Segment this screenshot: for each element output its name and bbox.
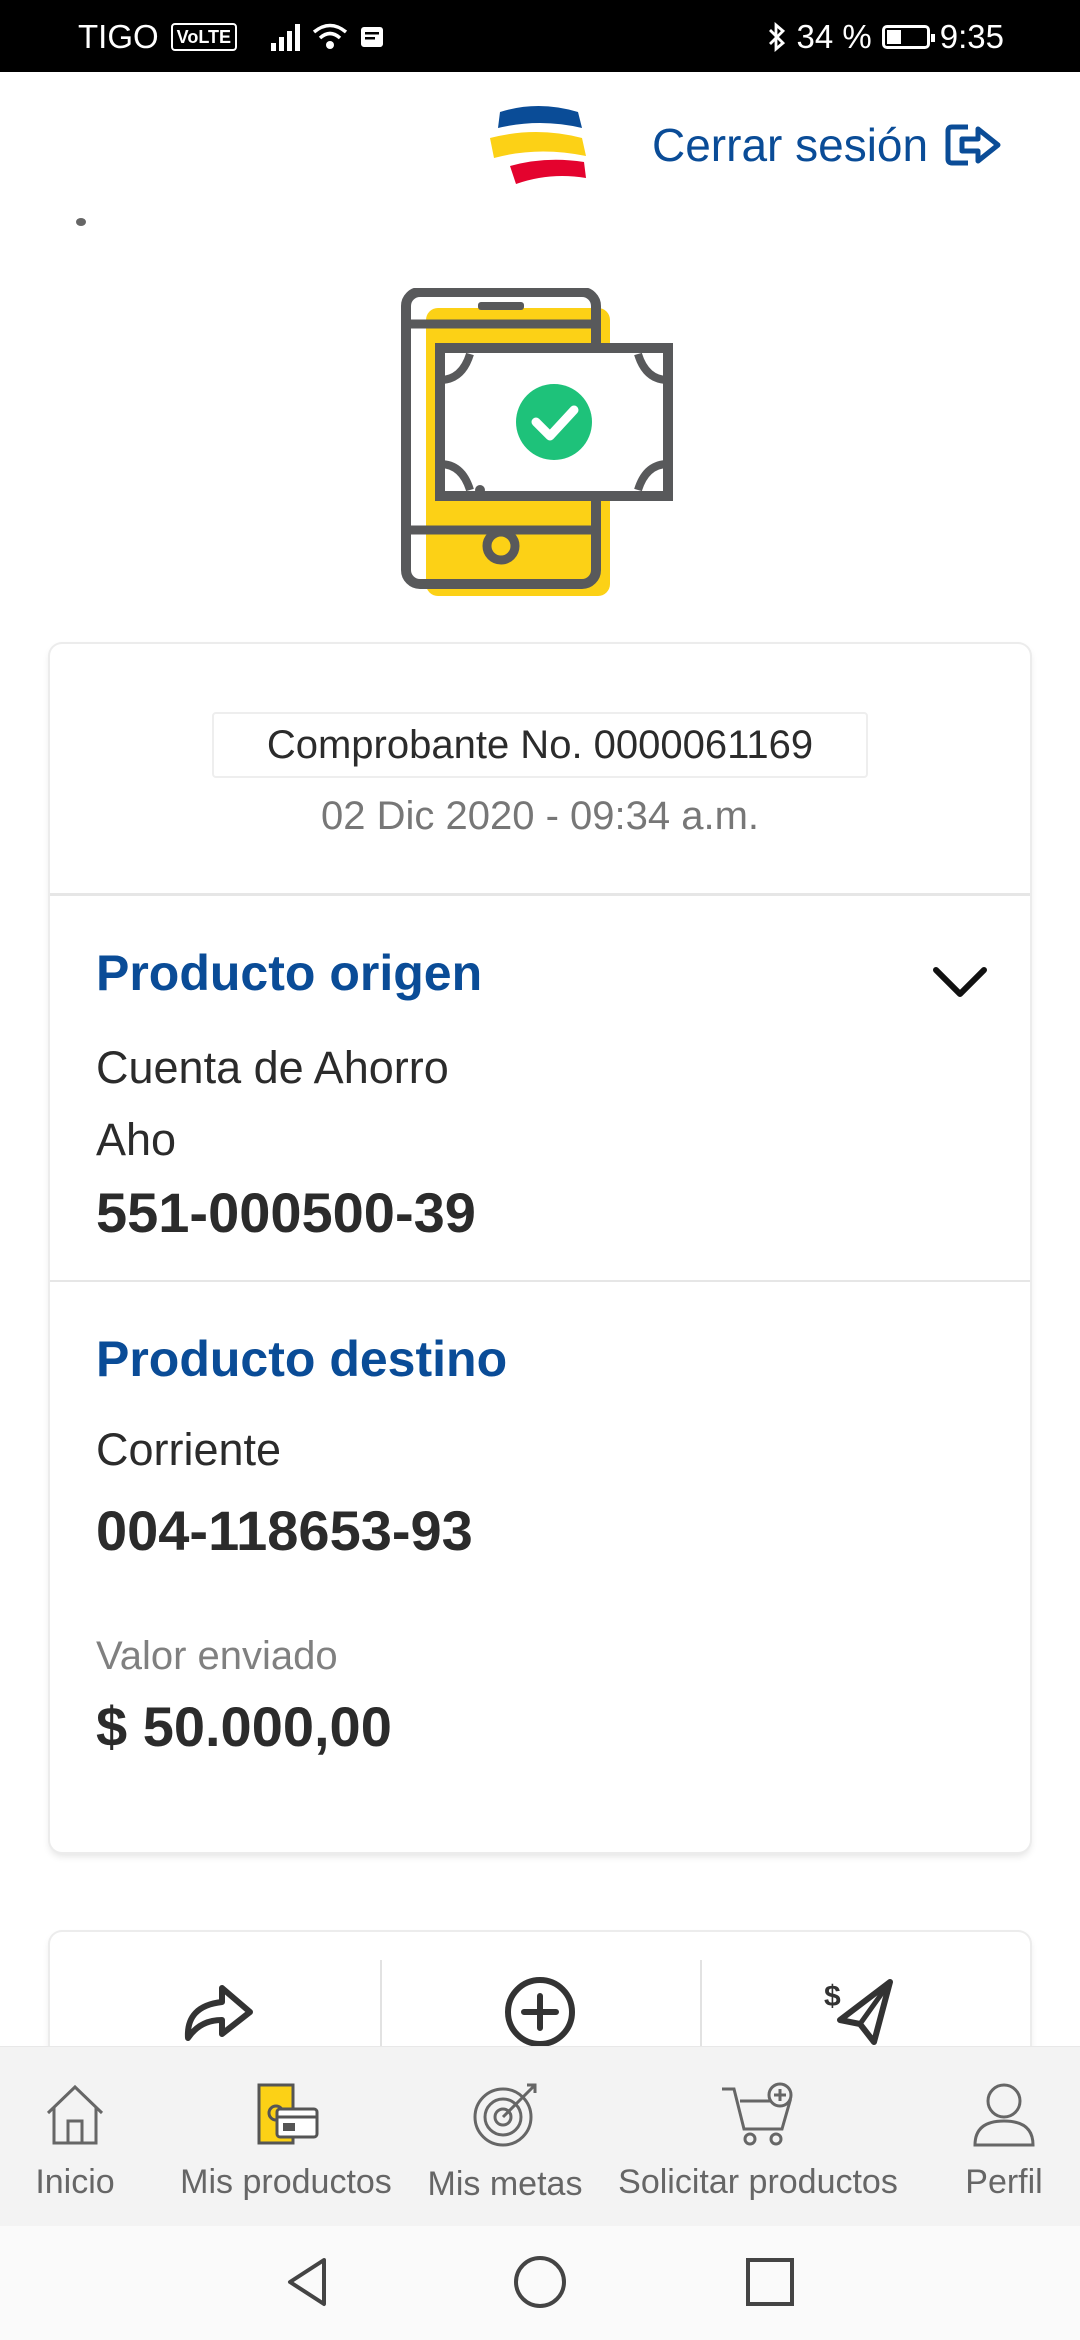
home-icon bbox=[46, 2084, 104, 2145]
status-bar: TIGO VoLTE 34 % 9:35 bbox=[0, 0, 1080, 72]
wifi-icon bbox=[312, 23, 348, 49]
transfer-success-icon bbox=[401, 288, 673, 596]
nav-item-perfil[interactable]: Perfil bbox=[954, 2079, 1054, 2202]
user-icon bbox=[973, 2083, 1035, 2147]
origin-title: Producto origen bbox=[96, 945, 483, 1001]
volte-badge: VoLTE bbox=[170, 23, 237, 51]
nav-label-solicitar-productos: Solicitar productos bbox=[618, 2163, 898, 2201]
amount-value: $ 50.000,00 bbox=[96, 1695, 392, 1758]
nav-item-inicio[interactable]: Inicio bbox=[30, 2079, 120, 2202]
receipt-datetime: 02 Dic 2020 - 09:34 a.m. bbox=[320, 794, 760, 838]
logout-icon bbox=[945, 124, 1001, 166]
nav-item-mis-metas[interactable]: Mis metas bbox=[424, 2079, 586, 2204]
origin-account-short: Aho bbox=[96, 1114, 177, 1165]
signal-icon bbox=[271, 23, 300, 51]
share-icon[interactable] bbox=[178, 1972, 258, 2052]
app-header: Cerrar sesión bbox=[0, 72, 1080, 212]
nav-label-mis-productos: Mis productos bbox=[180, 2163, 392, 2201]
nav-label-perfil: Perfil bbox=[965, 2163, 1043, 2201]
send-money-icon[interactable]: $ bbox=[820, 1972, 900, 2052]
decorative-dot bbox=[76, 218, 86, 226]
home-button-icon[interactable] bbox=[510, 2252, 570, 2312]
carrier-name: TIGO bbox=[78, 18, 159, 55]
nav-label-mis-metas: Mis metas bbox=[427, 2165, 583, 2203]
status-right: 34 % 9:35 bbox=[767, 18, 1004, 56]
battery-icon bbox=[881, 25, 935, 49]
message-icon bbox=[361, 27, 383, 47]
destination-account-number: 004-118653-93 bbox=[96, 1499, 473, 1562]
nav-label-inicio: Inicio bbox=[35, 2163, 115, 2201]
system-navigation bbox=[0, 2226, 1080, 2340]
destination-title: Producto destino bbox=[96, 1331, 508, 1387]
status-left: TIGO VoLTE bbox=[78, 18, 384, 56]
nav-item-mis-productos[interactable]: Mis productos bbox=[170, 2079, 402, 2202]
origin-account-number: 551-000500-39 bbox=[96, 1181, 476, 1244]
amount-label: Valor enviado bbox=[96, 1634, 338, 1678]
products-icon bbox=[257, 2083, 319, 2145]
origin-account-type: Cuenta de Ahorro bbox=[96, 1042, 449, 1093]
destination-account-type: Corriente bbox=[96, 1424, 282, 1475]
clock: 9:35 bbox=[939, 18, 1004, 55]
receipt-number: Comprobante No. 0000061169 bbox=[212, 712, 868, 778]
chevron-down-icon[interactable] bbox=[932, 962, 988, 1002]
nav-item-solicitar-productos[interactable]: Solicitar productos bbox=[612, 2079, 904, 2202]
receipt-header: Comprobante No. 0000061169 02 Dic 2020 -… bbox=[50, 644, 1030, 896]
receipt-card: Comprobante No. 0000061169 02 Dic 2020 -… bbox=[50, 644, 1030, 1852]
bank-logo bbox=[490, 106, 586, 184]
cart-icon bbox=[722, 2082, 793, 2146]
bluetooth-icon bbox=[768, 22, 785, 52]
section-divider bbox=[50, 1280, 1030, 1282]
svg-text:$: $ bbox=[824, 1980, 841, 2013]
add-circle-icon[interactable] bbox=[500, 1972, 580, 2052]
target-icon bbox=[473, 2083, 537, 2147]
battery-percent: 34 % bbox=[796, 18, 872, 55]
back-icon[interactable] bbox=[278, 2252, 338, 2312]
logout-button[interactable]: Cerrar sesión bbox=[652, 118, 1004, 172]
bottom-navigation: Inicio Mis productos Mis metas Solicitar… bbox=[0, 2046, 1080, 2226]
recent-apps-icon[interactable] bbox=[740, 2252, 800, 2312]
logout-label: Cerrar sesión bbox=[652, 119, 929, 171]
